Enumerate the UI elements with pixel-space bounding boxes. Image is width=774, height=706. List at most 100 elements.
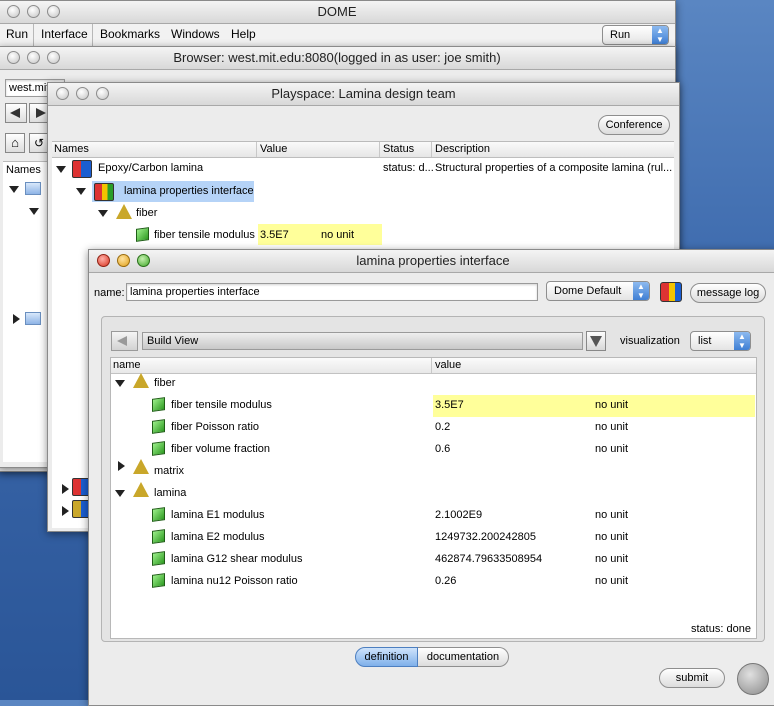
interface-window: lamina properties interface name: lamina… bbox=[88, 249, 774, 706]
group-label[interactable]: matrix bbox=[154, 465, 184, 477]
parameter-unit[interactable]: no unit bbox=[595, 509, 628, 521]
parameter-value[interactable]: 2.1002E9 bbox=[435, 509, 482, 521]
name-field[interactable]: lamina properties interface bbox=[126, 283, 538, 301]
menu-interface[interactable]: Interface bbox=[41, 27, 88, 41]
parameter-name[interactable]: lamina E1 modulus bbox=[171, 509, 265, 521]
zoom-button[interactable] bbox=[96, 87, 109, 100]
parameter-value[interactable]: 3.5E7 bbox=[435, 399, 464, 411]
expand-triangle-icon[interactable] bbox=[29, 208, 39, 215]
home-button[interactable]: ⌂ bbox=[5, 133, 25, 153]
submit-button[interactable]: submit bbox=[659, 668, 725, 688]
run-select-label: Run bbox=[610, 29, 631, 41]
parameter-unit[interactable]: no unit bbox=[595, 399, 628, 411]
progress-spinner-icon bbox=[737, 663, 769, 695]
parameter-value[interactable]: 0.26 bbox=[435, 575, 456, 587]
group-label[interactable]: lamina bbox=[154, 487, 186, 499]
collapse-triangle-icon[interactable] bbox=[13, 314, 20, 324]
tab-documentation[interactable]: documentation bbox=[418, 647, 509, 667]
minimize-button[interactable] bbox=[117, 254, 130, 267]
parameter-unit[interactable]: no unit bbox=[595, 421, 628, 433]
column-header-name[interactable]: name bbox=[113, 359, 141, 371]
status-text: status: done bbox=[691, 623, 751, 635]
parameter-cube-icon bbox=[152, 397, 165, 412]
address-value: west.mit bbox=[9, 82, 50, 94]
zoom-button[interactable] bbox=[47, 5, 60, 18]
minimize-button[interactable] bbox=[76, 87, 89, 100]
expand-triangle-icon[interactable] bbox=[115, 380, 125, 387]
view-back-button[interactable] bbox=[111, 331, 138, 351]
menubar: Run Interface Bookmarks Windows Help Run… bbox=[0, 24, 675, 47]
tab-definition[interactable]: definition bbox=[355, 647, 418, 667]
tree-item-label[interactable]: fiber bbox=[136, 207, 157, 219]
expand-triangle-icon[interactable] bbox=[56, 166, 66, 173]
interface-icon bbox=[94, 183, 114, 201]
column-header-status[interactable]: Status bbox=[383, 143, 414, 155]
parameter-name[interactable]: lamina nu12 Poisson ratio bbox=[171, 575, 298, 587]
tree-item-label[interactable]: fiber tensile modulus bbox=[154, 229, 255, 241]
playspace-titlebar: Playspace: Lamina design team bbox=[48, 83, 679, 106]
parameter-cube-icon bbox=[152, 441, 165, 456]
collapse-triangle-icon[interactable] bbox=[118, 461, 125, 471]
zoom-button[interactable] bbox=[47, 51, 60, 64]
parameter-unit[interactable]: no unit bbox=[595, 575, 628, 587]
visualization-select[interactable]: list ▲ ▼ bbox=[690, 331, 751, 351]
filter-folder-icon bbox=[133, 482, 149, 497]
column-header-description[interactable]: Description bbox=[435, 143, 490, 155]
close-button[interactable] bbox=[56, 87, 69, 100]
minimize-button[interactable] bbox=[27, 5, 40, 18]
list-header: name value bbox=[111, 358, 756, 374]
dome-default-select[interactable]: Dome Default ▲ ▼ bbox=[546, 281, 650, 301]
column-header-names[interactable]: Names bbox=[54, 143, 89, 155]
group-label[interactable]: fiber bbox=[154, 377, 175, 389]
back-button[interactable] bbox=[5, 103, 27, 123]
parameter-name[interactable]: fiber tensile modulus bbox=[171, 399, 272, 411]
column-header-value[interactable]: Value bbox=[260, 143, 287, 155]
close-button[interactable] bbox=[7, 51, 20, 64]
browser-titlebar: Browser: west.mit.edu:8080(logged in as … bbox=[0, 47, 675, 70]
menu-windows[interactable]: Windows bbox=[171, 27, 220, 41]
zoom-button[interactable] bbox=[137, 254, 150, 267]
name-value: lamina properties interface bbox=[130, 286, 260, 298]
parameter-value[interactable]: 462874.79633508954 bbox=[435, 553, 542, 565]
parameter-value[interactable]: 0.2 bbox=[435, 421, 450, 433]
message-log-button[interactable]: message log bbox=[690, 283, 766, 303]
parameter-name[interactable]: fiber volume fraction bbox=[171, 443, 270, 455]
menu-bookmarks[interactable]: Bookmarks bbox=[100, 27, 160, 41]
collapse-triangle-icon[interactable] bbox=[62, 506, 69, 516]
tree-item-label[interactable]: lamina properties interface bbox=[124, 185, 254, 197]
menu-run[interactable]: Run bbox=[6, 27, 28, 41]
expand-triangle-icon[interactable] bbox=[9, 186, 19, 193]
run-select[interactable]: Run ▲ ▼ bbox=[602, 25, 669, 45]
column-separator bbox=[431, 358, 432, 373]
minimize-button[interactable] bbox=[27, 51, 40, 64]
parameter-name[interactable]: lamina E2 modulus bbox=[171, 531, 265, 543]
chevron-down-icon bbox=[590, 336, 602, 347]
parameter-unit[interactable]: no unit bbox=[595, 531, 628, 543]
expand-triangle-icon[interactable] bbox=[98, 210, 108, 217]
parameter-value[interactable]: 1249732.200242805 bbox=[435, 531, 536, 543]
dome-default-label: Dome Default bbox=[554, 285, 622, 297]
view-dropdown-button[interactable] bbox=[586, 331, 606, 351]
parameter-name[interactable]: fiber Poisson ratio bbox=[171, 421, 259, 433]
parameter-name[interactable]: lamina G12 shear modulus bbox=[171, 553, 302, 565]
parameter-unit[interactable]: no unit bbox=[595, 443, 628, 455]
collapse-triangle-icon[interactable] bbox=[62, 484, 69, 494]
conference-button[interactable]: Conference bbox=[598, 115, 670, 135]
expand-triangle-icon[interactable] bbox=[115, 490, 125, 497]
column-header-value[interactable]: value bbox=[435, 359, 461, 371]
close-button[interactable] bbox=[97, 254, 110, 267]
refresh-button[interactable]: ↺ bbox=[29, 133, 49, 153]
interface-icon[interactable] bbox=[660, 282, 682, 302]
value-cell[interactable]: 3.5E7 no unit bbox=[258, 224, 382, 245]
tree-item-label[interactable]: Epoxy/Carbon lamina bbox=[98, 162, 203, 174]
parameter-value[interactable]: 0.6 bbox=[435, 443, 450, 455]
close-button[interactable] bbox=[7, 5, 20, 18]
unit-text: no unit bbox=[321, 229, 355, 241]
parameter-unit[interactable]: no unit bbox=[595, 553, 628, 565]
expand-triangle-icon[interactable] bbox=[76, 188, 86, 195]
filter-folder-icon bbox=[116, 204, 132, 219]
window-title: Browser: west.mit.edu:8080(logged in as … bbox=[173, 50, 501, 65]
view-selector[interactable]: Build View bbox=[142, 332, 583, 350]
parameter-cube-icon bbox=[136, 227, 149, 242]
menu-help[interactable]: Help bbox=[231, 27, 256, 41]
